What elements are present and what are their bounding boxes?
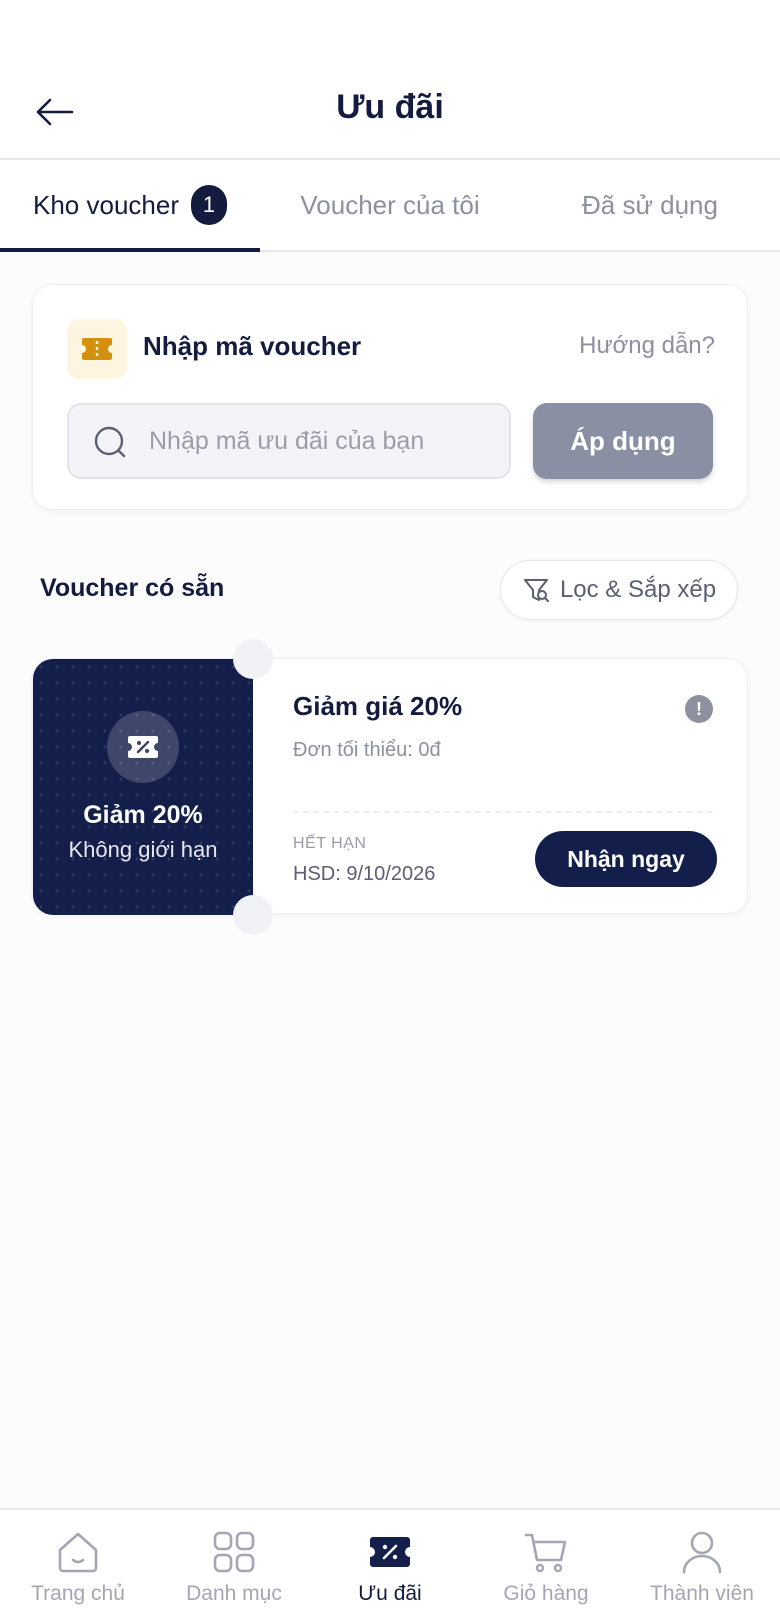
ticket-notch-top [233, 639, 273, 679]
tab-label: Kho voucher [33, 189, 179, 220]
ticket-icon [82, 338, 112, 360]
voucher-code-title: Nhập mã voucher [143, 331, 362, 361]
nav-label: Trang chủ [31, 1582, 125, 1605]
nav-item-home[interactable]: Trang chủ [0, 1510, 156, 1624]
nav-item-member[interactable]: Thành viên [624, 1510, 780, 1624]
user-icon [682, 1531, 722, 1574]
page-title: Ưu đãi [336, 88, 444, 126]
nav-label: Thành viên [650, 1582, 754, 1605]
voucher-name: Giảm giá 20% [293, 691, 463, 721]
ticket-icon-container [67, 319, 127, 379]
tab-voucher-cua-toi[interactable]: Voucher của tôi [260, 160, 520, 250]
tab-label: Voucher của tôi [300, 189, 480, 220]
section-title: Voucher có sẵn [40, 574, 225, 602]
voucher-min-order: Đơn tối thiểu: 0đ [293, 739, 441, 761]
voucher-card: Giảm 20% Không giới hạn Giảm giá 20% ! Đ… [32, 639, 748, 935]
voucher-code-input[interactable] [149, 405, 499, 477]
voucher-limit-label: Không giới hạn [68, 837, 218, 862]
search-icon [94, 426, 126, 458]
bottom-nav: Trang chủ Danh mục Ưu đãi Giỏ hàng Thành… [0, 1508, 780, 1624]
tab-da-su-dung[interactable]: Đã sử dụng [520, 160, 780, 250]
discount-ticket-icon [128, 736, 158, 758]
voucher-expire-date: HSD: 9/10/2026 [293, 863, 436, 885]
home-icon [58, 1532, 98, 1573]
apply-button[interactable]: Áp dụng [533, 403, 713, 479]
filter-icon [523, 579, 549, 602]
tab-kho-voucher[interactable]: Kho voucher 1 [0, 160, 260, 252]
nav-item-categories[interactable]: Danh mục [156, 1510, 312, 1624]
voucher-code-field [67, 403, 511, 479]
discount-icon-container [107, 711, 179, 783]
voucher-expire-label: HẾT HẠN [293, 835, 367, 852]
tab-count-badge: 1 [190, 185, 227, 225]
tab-bar: Kho voucher 1 Voucher của tôi Đã sử dụng [0, 160, 780, 252]
nav-label: Ưu đãi [358, 1582, 422, 1605]
cart-icon [524, 1533, 567, 1573]
voucher-discount-label: Giảm 20% [83, 801, 203, 829]
info-icon[interactable]: ! [685, 695, 713, 723]
voucher-code-card: Nhập mã voucher Hướng dẫn? Áp dụng [32, 284, 748, 510]
filter-sort-button[interactable]: Lọc & Sắp xếp [500, 560, 738, 620]
grid-icon [213, 1531, 255, 1573]
nav-label: Giỏ hàng [503, 1582, 589, 1605]
voucher-divider [293, 811, 713, 813]
filter-sort-label: Lọc & Sắp xếp [559, 576, 717, 603]
voucher-card-left-panel: Giảm 20% Không giới hạn [33, 659, 253, 915]
nav-item-offers[interactable]: Ưu đãi [312, 1510, 468, 1624]
ticket-notch-bottom [233, 895, 273, 935]
discount-ticket-icon [370, 1537, 410, 1567]
claim-voucher-button[interactable]: Nhận ngay [535, 831, 717, 887]
nav-item-cart[interactable]: Giỏ hàng [468, 1510, 624, 1624]
guide-link[interactable]: Hướng dẫn? [579, 332, 715, 360]
nav-label: Danh mục [186, 1582, 282, 1605]
header: Ưu đãi [0, 0, 780, 160]
tab-label: Đã sử dụng [582, 189, 718, 220]
